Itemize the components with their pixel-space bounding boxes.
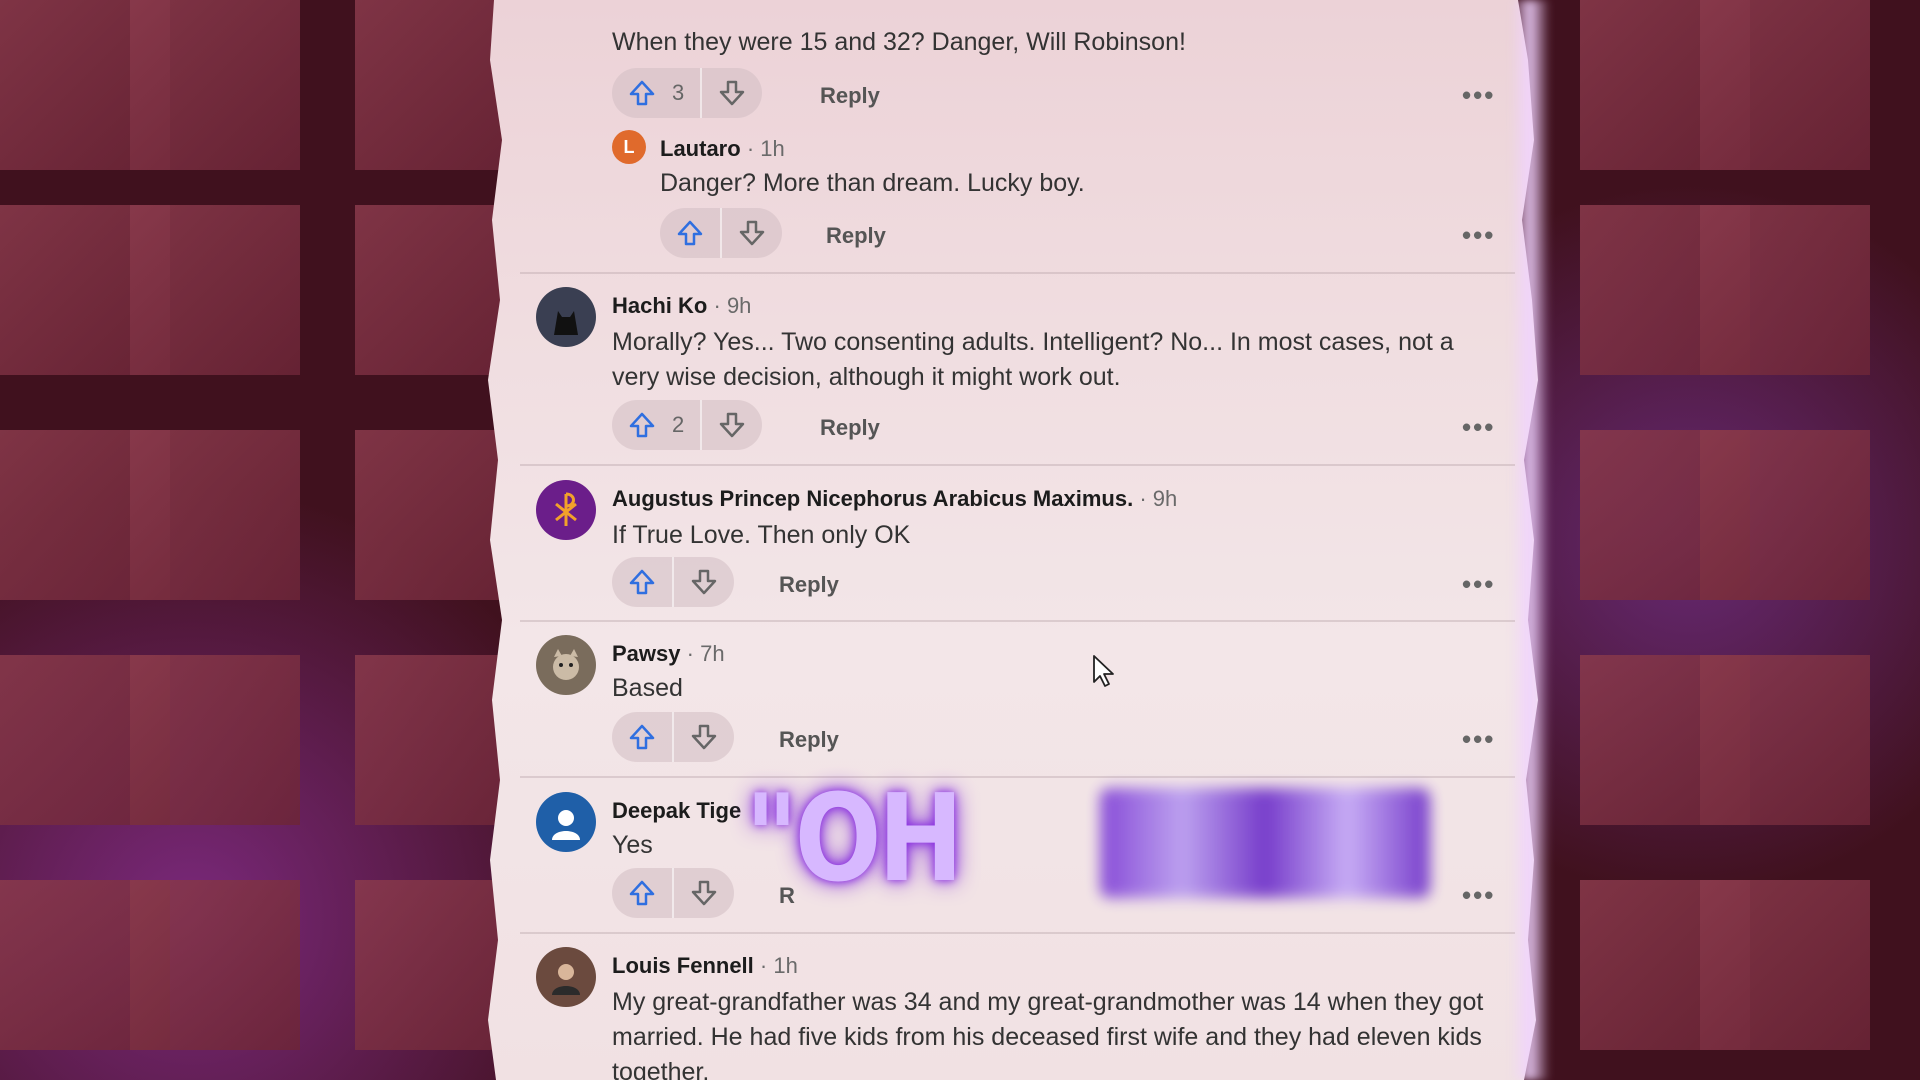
bg-tile bbox=[1700, 430, 1870, 600]
vote-bar bbox=[612, 868, 734, 918]
bg-tile bbox=[1700, 880, 1870, 1050]
avatar[interactable] bbox=[536, 792, 596, 852]
more-options-icon[interactable]: ••• bbox=[1462, 880, 1495, 911]
vote-bar bbox=[612, 557, 734, 607]
author-name[interactable]: Pawsy bbox=[612, 641, 681, 666]
bg-tile bbox=[130, 0, 300, 170]
more-options-icon[interactable]: ••• bbox=[1462, 724, 1495, 755]
arrow-down-icon[interactable] bbox=[716, 409, 748, 441]
comment-meta: Louis Fennell · 1h bbox=[612, 953, 798, 979]
vote-bar bbox=[612, 712, 734, 762]
reply-button[interactable]: Reply bbox=[779, 727, 839, 753]
more-options-icon[interactable]: ••• bbox=[1462, 569, 1495, 600]
author-name[interactable]: Lautaro bbox=[660, 136, 741, 161]
user-silhouette-icon bbox=[552, 810, 580, 840]
timestamp: 7h bbox=[700, 641, 725, 666]
bg-tile bbox=[130, 430, 300, 600]
overlay-caption: "OH bbox=[745, 770, 963, 909]
bg-tile bbox=[1700, 0, 1870, 170]
bg-tile bbox=[1700, 655, 1870, 825]
avatar[interactable] bbox=[536, 287, 596, 347]
vote-bar: 3 bbox=[612, 68, 762, 118]
avatar[interactable] bbox=[536, 480, 596, 540]
vote-separator bbox=[720, 208, 722, 258]
author-name[interactable]: Hachi Ko bbox=[612, 293, 707, 318]
vote-separator bbox=[672, 712, 674, 762]
more-options-icon[interactable]: ••• bbox=[1462, 80, 1495, 111]
timestamp: 9h bbox=[1152, 486, 1178, 511]
vote-separator bbox=[700, 400, 702, 450]
person-photo-icon bbox=[552, 964, 580, 995]
comment-meta: Lautaro · 1h bbox=[660, 136, 785, 162]
arrow-down-icon[interactable] bbox=[688, 877, 720, 909]
vote-separator bbox=[700, 68, 702, 118]
comment-meta: Augustus Princep Nicephorus Arabicus Max… bbox=[612, 486, 1177, 512]
author-name[interactable]: Deepak Tige bbox=[612, 798, 741, 823]
divider bbox=[520, 464, 1515, 466]
reply-button[interactable]: Reply bbox=[820, 415, 880, 441]
comment-meta: Hachi Ko · 9h bbox=[612, 293, 751, 319]
meta-separator: · bbox=[686, 641, 694, 666]
avatar[interactable] bbox=[536, 635, 596, 695]
arrow-down-icon[interactable] bbox=[688, 566, 720, 598]
comment-text: Yes bbox=[612, 831, 653, 859]
more-options-icon[interactable]: ••• bbox=[1462, 412, 1495, 443]
comment-meta: Deepak Tige bbox=[612, 798, 741, 824]
timestamp: 1h bbox=[773, 953, 798, 978]
author-name[interactable]: Augustus Princep Nicephorus Arabicus Max… bbox=[612, 486, 1133, 511]
comment-text: Based bbox=[612, 674, 683, 702]
meta-separator: · bbox=[1139, 486, 1147, 511]
bg-tile bbox=[130, 655, 300, 825]
meta-separator: · bbox=[713, 293, 721, 318]
chi-rho-icon bbox=[555, 492, 577, 526]
arrow-up-icon[interactable] bbox=[626, 409, 658, 441]
comment-text: My great-grandfather was 34 and my great… bbox=[612, 988, 1484, 1080]
vote-separator bbox=[672, 557, 674, 607]
reply-button[interactable]: Reply bbox=[779, 572, 839, 598]
divider bbox=[520, 776, 1515, 778]
vote-separator bbox=[672, 868, 674, 918]
divider bbox=[520, 932, 1515, 934]
meta-separator: · bbox=[746, 136, 755, 161]
reply-button[interactable]: Reply bbox=[826, 223, 886, 249]
arrow-up-icon[interactable] bbox=[626, 77, 658, 109]
comment-text: When they were 15 and 32? Danger, Will R… bbox=[612, 28, 1186, 56]
timestamp: 1h bbox=[760, 136, 785, 161]
arrow-up-icon[interactable] bbox=[674, 217, 706, 249]
arrow-up-icon[interactable] bbox=[626, 566, 658, 598]
arrow-down-icon[interactable] bbox=[736, 217, 768, 249]
overlay-caption-blurred bbox=[1100, 788, 1430, 898]
vote-bar: 2 bbox=[612, 400, 762, 450]
bg-tile bbox=[130, 205, 300, 375]
comment-meta: Pawsy · 7h bbox=[612, 641, 725, 667]
divider bbox=[520, 620, 1515, 622]
lightning-glow bbox=[1510, 0, 1550, 1080]
author-name[interactable]: Louis Fennell bbox=[612, 953, 754, 978]
vote-count: 2 bbox=[672, 412, 685, 437]
meta-separator: · bbox=[759, 953, 768, 978]
comment-text: Danger? More than dream. Lucky boy. bbox=[660, 169, 1085, 197]
arrow-down-icon[interactable] bbox=[716, 77, 748, 109]
arrow-up-icon[interactable] bbox=[626, 877, 658, 909]
vote-bar bbox=[660, 208, 782, 258]
cat-face-icon bbox=[553, 649, 579, 680]
more-options-icon[interactable]: ••• bbox=[1462, 220, 1495, 251]
arrow-up-icon[interactable] bbox=[626, 721, 658, 753]
vote-count: 3 bbox=[672, 80, 685, 105]
reply-button[interactable]: Reply bbox=[820, 83, 880, 109]
cat-silhouette-icon bbox=[554, 311, 578, 335]
comment-text: Morally? Yes... Two consenting adults. I… bbox=[612, 328, 1454, 391]
avatar[interactable] bbox=[536, 947, 596, 1007]
arrow-down-icon[interactable] bbox=[688, 721, 720, 753]
divider bbox=[520, 272, 1515, 274]
timestamp: 9h bbox=[726, 293, 752, 318]
avatar[interactable]: L bbox=[612, 130, 646, 164]
comment-text: If True Love. Then only OK bbox=[612, 521, 911, 549]
bg-tile bbox=[130, 880, 300, 1050]
mouse-cursor-icon bbox=[1093, 655, 1114, 687]
bg-tile bbox=[1700, 205, 1870, 375]
